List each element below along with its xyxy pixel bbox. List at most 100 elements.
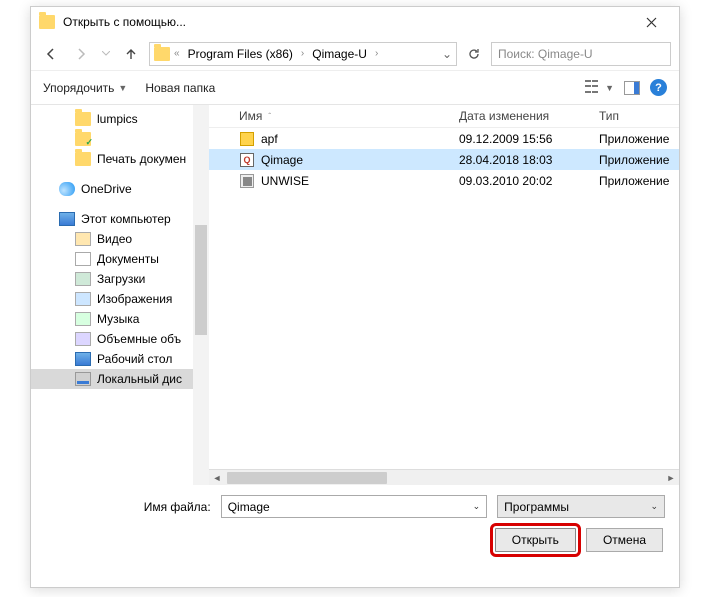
chevron-down-icon: ⌄	[473, 501, 481, 512]
organize-menu[interactable]: Упорядочить ▼	[43, 81, 127, 95]
tree-label: Загрузки	[97, 272, 145, 286]
tree-label: Локальный дис	[97, 372, 182, 386]
address-dropdown[interactable]: ⌄	[442, 47, 452, 61]
file-type: Приложение	[599, 153, 679, 167]
file-icon: Q	[239, 152, 255, 168]
tree-label: Документы	[97, 252, 159, 266]
tree-scrollbar[interactable]	[193, 105, 209, 485]
tree-node-pictures[interactable]: Изображения	[31, 289, 209, 309]
tree-node-downloads[interactable]: Загрузки	[31, 269, 209, 289]
preview-pane-button[interactable]	[624, 81, 640, 95]
search-placeholder: Поиск: Qimage-U	[498, 47, 593, 61]
view-icon	[585, 80, 601, 96]
open-with-dialog: Открыть с помощью... « Program Files (x8…	[30, 6, 680, 588]
tree-node-thispc[interactable]: Этот компьютер	[31, 209, 209, 229]
downloads-icon	[75, 272, 91, 286]
cancel-button[interactable]: Отмена	[586, 528, 663, 552]
breadcrumb-program-files[interactable]: Program Files (x86)	[184, 45, 297, 63]
filetype-filter[interactable]: Программы ⌄	[497, 495, 665, 518]
objects3d-icon	[75, 332, 91, 346]
col-header-name[interactable]: Имя ˆ	[209, 109, 459, 123]
breadcrumb-qimage-u[interactable]: Qimage-U	[308, 45, 371, 63]
back-button[interactable]	[39, 42, 63, 66]
chevron-down-icon: ▼	[118, 83, 127, 93]
nav-tree: lumpics Печать докумен OneDrive Этот ком…	[31, 105, 209, 485]
tree-label: lumpics	[97, 112, 138, 126]
documents-icon	[75, 252, 91, 266]
tree-node-localdisk[interactable]: Локальный дис	[31, 369, 209, 389]
file-date: 09.03.2010 20:02	[459, 174, 599, 188]
scroll-left-icon[interactable]: ◄	[209, 473, 225, 483]
file-row[interactable]: QQimage28.04.2018 18:03Приложение	[209, 149, 679, 170]
forward-button[interactable]	[69, 42, 93, 66]
tree-label: Изображения	[97, 292, 172, 306]
file-date: 09.12.2009 15:56	[459, 132, 599, 146]
filename-input[interactable]: Qimage ⌄	[221, 495, 487, 518]
address-bar[interactable]: « Program Files (x86) › Qimage-U › ⌄	[149, 42, 457, 66]
close-button[interactable]	[631, 8, 671, 36]
help-button[interactable]: ?	[650, 79, 667, 96]
col-label: Имя	[239, 109, 262, 123]
refresh-icon	[467, 47, 481, 61]
tree-label: Этот компьютер	[81, 212, 171, 226]
tree-node-checked[interactable]	[31, 129, 209, 149]
new-folder-button[interactable]: Новая папка	[145, 81, 215, 95]
button-label: Отмена	[603, 533, 646, 547]
recent-dropdown[interactable]	[99, 42, 113, 66]
music-icon	[75, 312, 91, 326]
file-icon	[239, 131, 255, 147]
nav-row: « Program Files (x86) › Qimage-U › ⌄ Пои…	[31, 37, 679, 71]
file-date: 28.04.2018 18:03	[459, 153, 599, 167]
file-row[interactable]: apf09.12.2009 15:56Приложение	[209, 128, 679, 149]
arrow-up-icon	[124, 47, 138, 61]
list-h-scrollbar[interactable]: ◄ ►	[209, 469, 679, 485]
col-header-type[interactable]: Тип	[599, 109, 679, 123]
tree-node-desktop[interactable]: Рабочий стол	[31, 349, 209, 369]
col-header-date[interactable]: Дата изменения	[459, 109, 599, 123]
chevron-right-icon: ›	[301, 48, 304, 59]
filename-value: Qimage	[228, 500, 270, 514]
file-type: Приложение	[599, 174, 679, 188]
tree-node-documents[interactable]: Документы	[31, 249, 209, 269]
view-menu[interactable]: ▼	[585, 80, 614, 96]
folder-icon	[75, 112, 91, 126]
window-title: Открыть с помощью...	[63, 15, 631, 29]
videos-icon	[75, 232, 91, 246]
arrow-right-icon	[74, 47, 88, 61]
open-button[interactable]: Открыть	[495, 528, 576, 552]
tree-node-lumpics[interactable]: lumpics	[31, 109, 209, 129]
tree-label: Музыка	[97, 312, 139, 326]
tree-node-music[interactable]: Музыка	[31, 309, 209, 329]
file-row[interactable]: UNWISE 09.03.2010 20:02Приложение	[209, 170, 679, 191]
disk-icon	[75, 372, 91, 386]
filename-label: Имя файла:	[45, 500, 211, 514]
col-label: Дата изменения	[459, 109, 549, 123]
list-header: Имя ˆ Дата изменения Тип	[209, 105, 679, 128]
tree-node-videos[interactable]: Видео	[31, 229, 209, 249]
up-button[interactable]	[119, 42, 143, 66]
button-label: Открыть	[512, 533, 559, 547]
tree-label: Рабочий стол	[97, 352, 172, 366]
col-label: Тип	[599, 109, 619, 123]
file-list: Имя ˆ Дата изменения Тип apf09.12.2009 15…	[209, 105, 679, 485]
tree-node-3dobjects[interactable]: Объемные объ	[31, 329, 209, 349]
tree-node-printdocs[interactable]: Печать докумен	[31, 149, 209, 169]
command-bar: Упорядочить ▼ Новая папка ▼ ?	[31, 71, 679, 105]
pictures-icon	[75, 292, 91, 306]
pc-icon	[59, 212, 75, 226]
organize-label: Упорядочить	[43, 81, 114, 95]
arrow-left-icon	[44, 47, 58, 61]
tree-node-onedrive[interactable]: OneDrive	[31, 179, 209, 199]
scroll-right-icon[interactable]: ►	[663, 473, 679, 483]
folder-icon	[75, 152, 91, 166]
desktop-icon	[75, 352, 91, 366]
dialog-body: lumpics Печать докумен OneDrive Этот ком…	[31, 105, 679, 485]
refresh-button[interactable]	[463, 43, 485, 65]
file-icon	[239, 173, 255, 189]
file-name: UNWISE	[261, 174, 309, 188]
search-input[interactable]: Поиск: Qimage-U	[491, 42, 671, 66]
sort-asc-icon: ˆ	[268, 112, 271, 121]
scrollbar-thumb[interactable]	[195, 225, 207, 335]
scrollbar-thumb[interactable]	[227, 472, 387, 484]
new-folder-label: Новая папка	[145, 81, 215, 95]
